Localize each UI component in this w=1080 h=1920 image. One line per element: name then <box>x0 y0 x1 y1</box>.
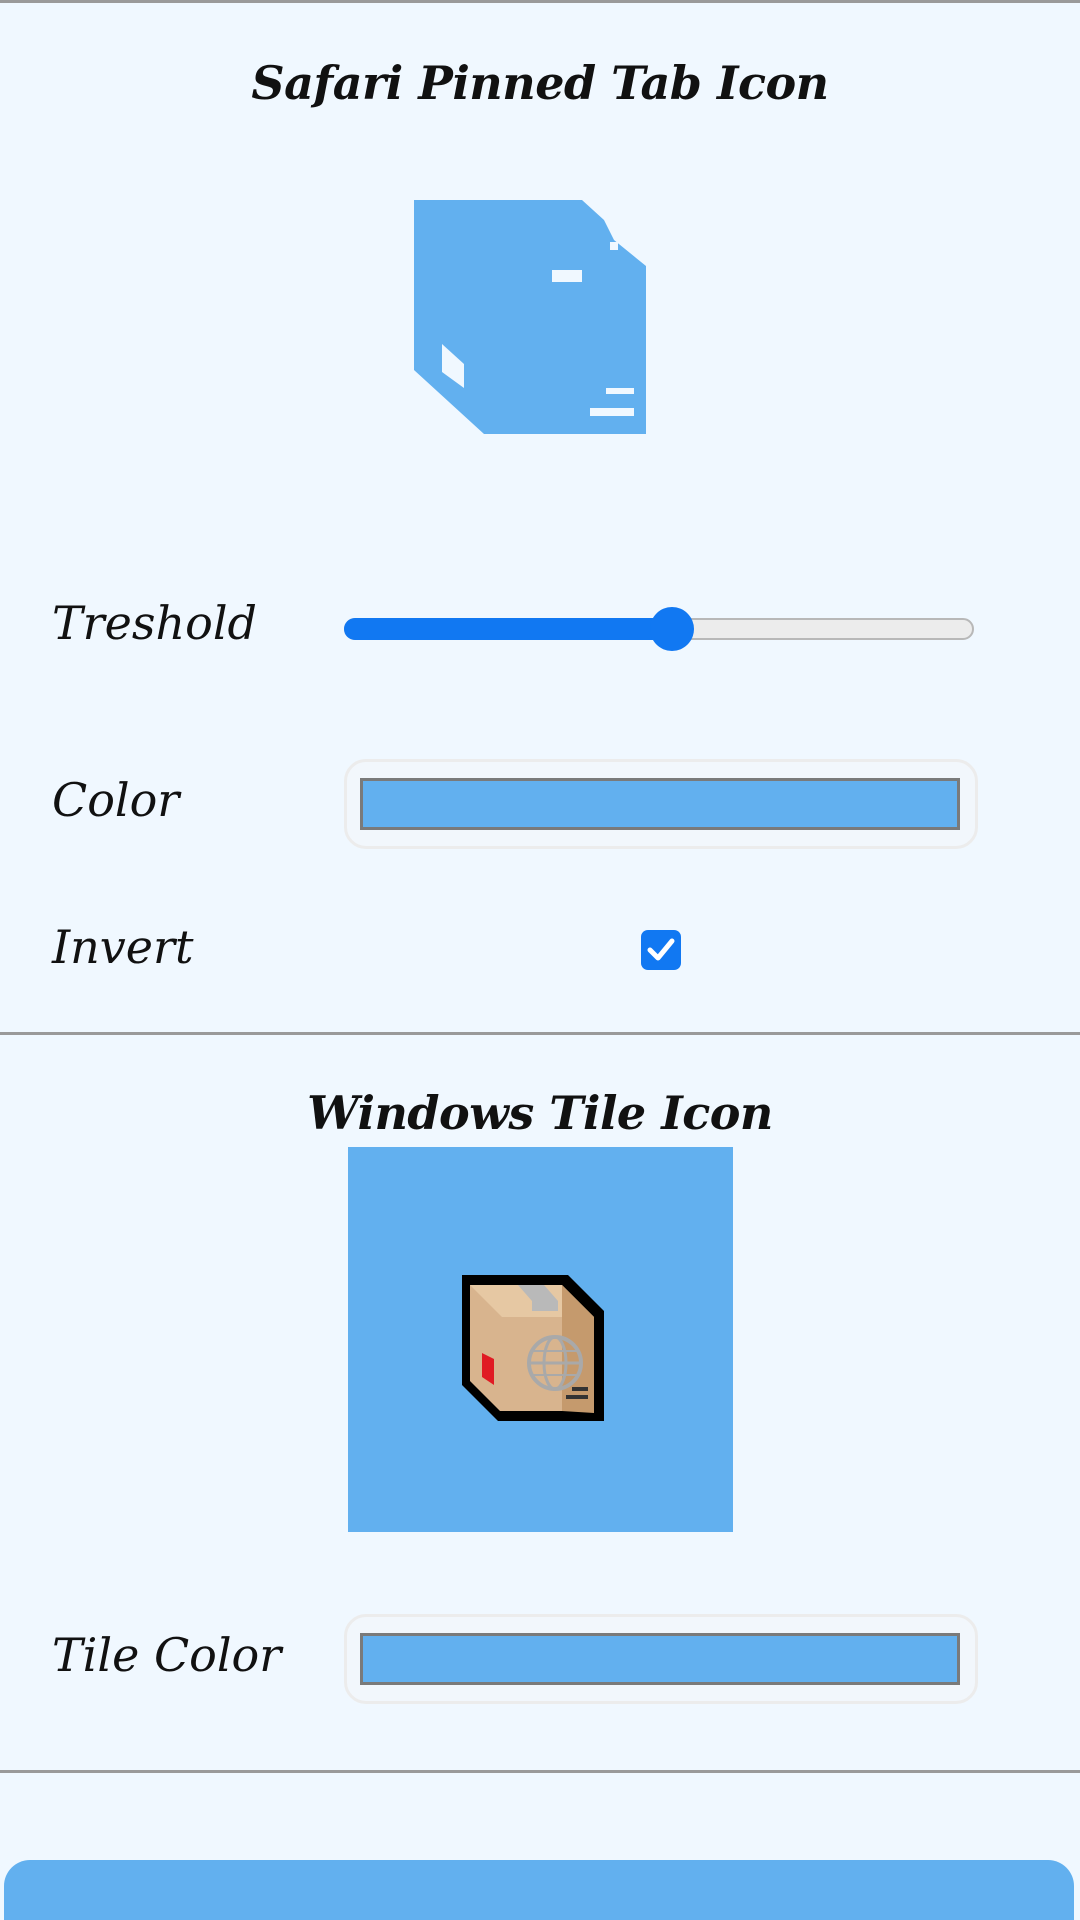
tile-color-label: Tile Color <box>52 1628 282 1682</box>
section-divider <box>0 1032 1080 1035</box>
top-divider <box>0 0 1080 3</box>
color-swatch <box>360 778 960 830</box>
action-button[interactable] <box>4 1860 1074 1920</box>
pinned-tab-title: Safari Pinned Tab Icon <box>251 56 829 110</box>
checkmark-icon <box>647 938 675 961</box>
favicon-settings-page: Safari Pinned Tab Icon Treshold Color In… <box>0 0 1080 1920</box>
color-picker[interactable] <box>344 759 978 849</box>
tile-preview <box>348 1147 733 1532</box>
slider-thumb[interactable] <box>650 607 694 651</box>
package-silhouette-icon <box>414 200 648 434</box>
color-label: Color <box>52 773 180 827</box>
package-box-icon <box>458 1267 618 1427</box>
threshold-slider[interactable] <box>344 607 976 651</box>
tile-color-picker[interactable] <box>344 1614 978 1704</box>
invert-label: Invert <box>52 920 194 974</box>
bottom-divider <box>0 1770 1080 1773</box>
tile-color-swatch <box>360 1633 960 1685</box>
invert-checkbox[interactable] <box>641 930 681 970</box>
slider-fill <box>344 618 672 640</box>
threshold-label: Treshold <box>52 596 257 650</box>
windows-tile-title: Windows Tile Icon <box>307 1086 773 1140</box>
